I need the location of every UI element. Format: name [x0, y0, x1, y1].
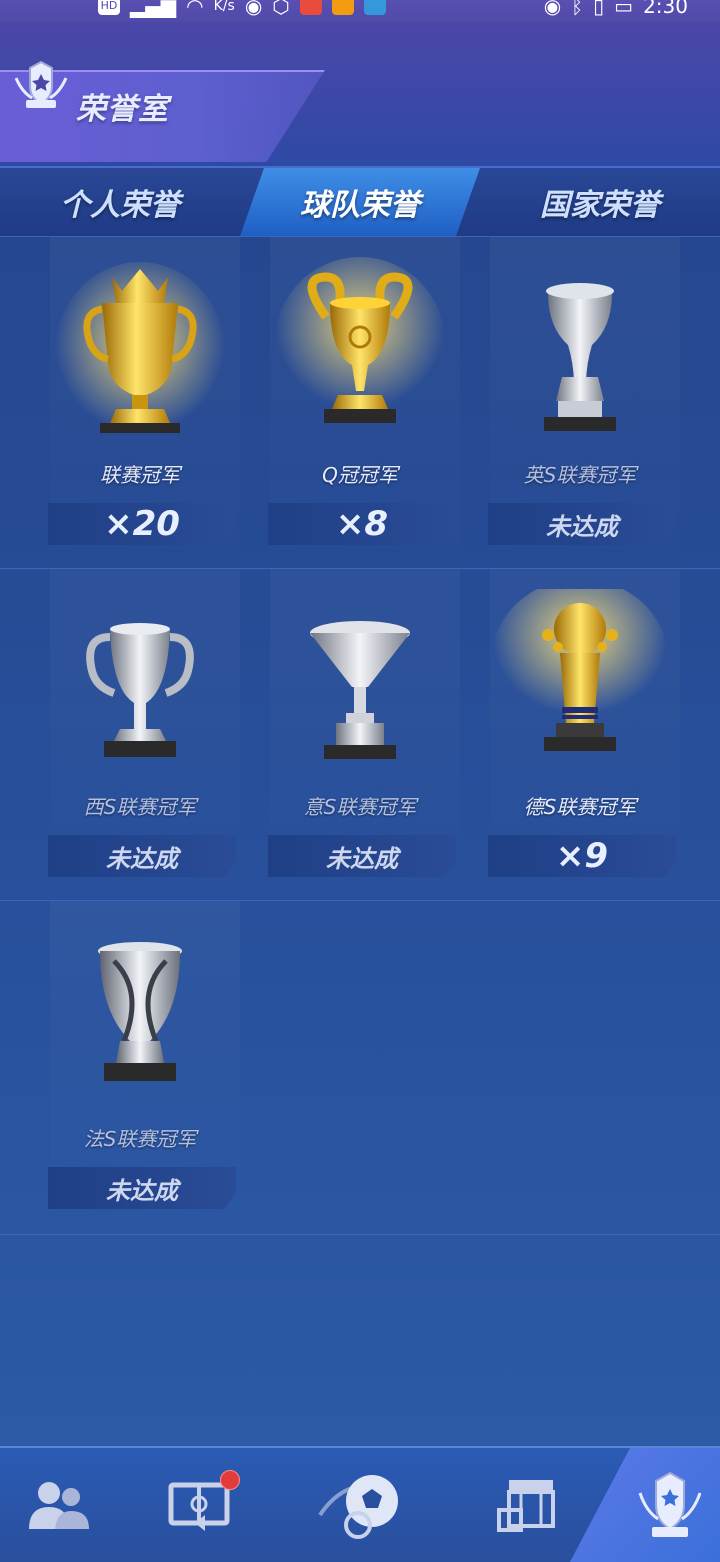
trophy-status: 未达成: [48, 1167, 236, 1209]
trophy-name: 西S联赛冠军: [83, 795, 197, 819]
trophy-grid: 联赛冠军 ×20 Q冠冠军 ×8 英S联赛冠军 未达成 西S联赛冠军 未达成 意…: [0, 236, 720, 1446]
wifi-icon: ◠: [186, 0, 204, 18]
page-title: 荣誉室: [76, 92, 169, 127]
trophy-logo-icon: [12, 58, 70, 114]
trophy-row: 联赛冠军 ×20 Q冠冠军 ×8 英S联赛冠军 未达成: [0, 236, 720, 569]
trophy-row: 西S联赛冠军 未达成 意S联赛冠军 未达成 德S联赛冠军 ×9: [0, 568, 720, 901]
battery-icon: ▭: [614, 0, 634, 18]
trophy-name: 联赛冠军: [100, 463, 180, 487]
eye-icon: ◉: [543, 0, 562, 18]
stadium-icon: [497, 1480, 555, 1532]
trophy-name: 意S联赛冠军: [303, 795, 417, 819]
silver-winged-trophy-icon: [490, 257, 670, 447]
trophy-count: ×8: [268, 503, 456, 545]
trophy-card[interactable]: 英S联赛冠军 未达成: [460, 237, 700, 569]
gold-big-ears-trophy-icon: [270, 257, 450, 447]
nav-trophy-room[interactable]: [620, 1448, 720, 1562]
hd-indicator: HD: [98, 0, 120, 15]
silver-funnel-trophy-icon: [270, 589, 450, 779]
nav-friends[interactable]: [10, 1448, 110, 1562]
nav-pitch[interactable]: [150, 1448, 250, 1562]
trophy-row: 法S联赛冠军 未达成: [0, 900, 720, 1233]
trophy-status: 未达成: [48, 835, 236, 877]
soccer-ball-icon: [318, 1475, 398, 1539]
trophy-name: 英S联赛冠军: [523, 463, 637, 487]
tab-bar: 个人荣誉 球队荣誉 国家荣誉: [0, 166, 720, 238]
status-bar: HD ▂▄▆ ◠ K/s ◉ ⬡ ◉ ᛒ ▯ ▭ 2:30: [0, 0, 720, 22]
empty-row: [0, 1234, 720, 1447]
app-icon-1: ◉: [244, 0, 263, 18]
trophy-card[interactable]: 法S联赛冠军 未达成: [20, 901, 260, 1233]
vibrate-icon: ▯: [593, 0, 605, 18]
bottom-nav: [0, 1446, 720, 1562]
trophy-name: Q冠冠军: [322, 463, 398, 487]
app-icon-2: ⬡: [272, 0, 290, 18]
friends-icon: [29, 1482, 89, 1529]
app-icon-5: [363, 0, 386, 15]
gold-crown-trophy-icon: [50, 257, 230, 447]
nav-stadium[interactable]: [480, 1448, 580, 1562]
tab-personal-honors[interactable]: 个人荣誉: [0, 168, 240, 236]
nav-play[interactable]: [300, 1448, 420, 1562]
silver-twisted-trophy-icon: [50, 921, 230, 1111]
trophy-card[interactable]: Q冠冠军 ×8: [240, 237, 480, 569]
tab-team-honors[interactable]: 球队荣誉: [240, 168, 480, 236]
trophy-card[interactable]: 意S联赛冠军 未达成: [240, 569, 480, 901]
signal-icon: ▂▄▆: [130, 0, 177, 18]
notification-badge: [220, 1470, 240, 1490]
bluetooth-icon: ᛒ: [571, 0, 584, 18]
trophy-card[interactable]: 联赛冠军 ×20: [20, 237, 260, 569]
silver-cup-trophy-icon: [50, 589, 230, 779]
trophy-name: 德S联赛冠军: [523, 795, 637, 819]
clock: 2:30: [643, 0, 688, 18]
gold-ball-trophy-icon: [490, 579, 670, 779]
trophy-card[interactable]: 西S联赛冠军 未达成: [20, 569, 260, 901]
trophy-status: 未达成: [488, 503, 676, 545]
app-icon-3: [299, 0, 322, 15]
trophy-count: ×20: [48, 503, 236, 545]
tab-national-honors[interactable]: 国家荣誉: [480, 168, 720, 236]
trophy-emblem-icon: [638, 1471, 702, 1537]
app-icon-4: [331, 0, 354, 15]
network-speed: K/s: [213, 0, 235, 14]
trophy-card[interactable]: 德S联赛冠军 ×9: [460, 569, 700, 901]
trophy-count: ×9: [488, 835, 676, 877]
trophy-name: 法S联赛冠军: [83, 1127, 197, 1151]
trophy-status: 未达成: [268, 835, 456, 877]
